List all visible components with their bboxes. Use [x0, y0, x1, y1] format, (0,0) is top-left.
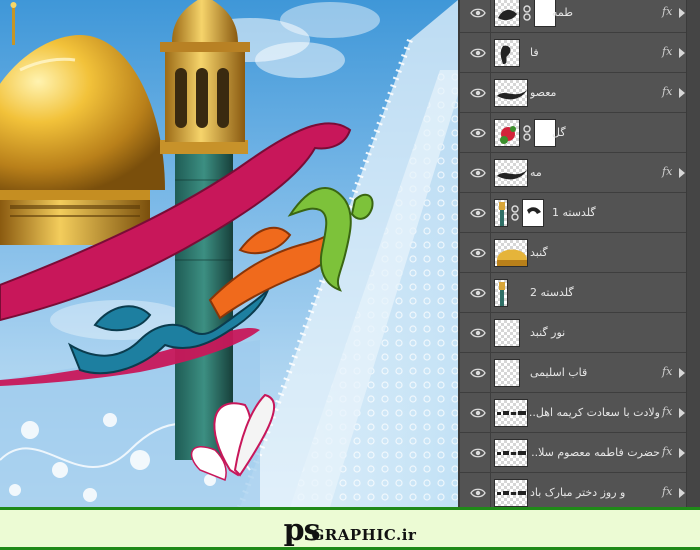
- layer-name[interactable]: نور گنبد: [530, 313, 660, 353]
- expand-effects-icon[interactable]: [679, 8, 685, 18]
- layer-name[interactable]: قاب اسلیمی: [530, 353, 660, 393]
- eye-icon[interactable]: [466, 81, 490, 105]
- expand-effects-icon[interactable]: [679, 88, 685, 98]
- layer-row[interactable]: حضرت فاطمه معصوم سلا... fx: [460, 433, 688, 473]
- column-divider: [490, 0, 491, 33]
- column-divider: [490, 153, 491, 193]
- layer-name[interactable]: گل: [552, 113, 660, 153]
- column-divider: [490, 313, 491, 353]
- layer-mask-thumbnail[interactable]: [522, 199, 544, 227]
- layer-name[interactable]: گنبد: [530, 233, 660, 273]
- artwork: [0, 0, 458, 507]
- layer-name[interactable]: گلدسته 1: [552, 193, 660, 233]
- layer-thumbnail[interactable]: [494, 359, 520, 387]
- layer-thumbnail[interactable]: [494, 39, 520, 67]
- eye-icon[interactable]: [466, 41, 490, 65]
- layer-effects-icon[interactable]: fx: [662, 485, 672, 498]
- layer-row[interactable]: گلدسته 1: [460, 193, 688, 233]
- eye-icon[interactable]: [466, 281, 490, 305]
- layer-row[interactable]: طمه fx: [460, 0, 688, 33]
- eye-icon[interactable]: [466, 441, 490, 465]
- layer-effects-icon[interactable]: fx: [662, 45, 672, 58]
- eye-icon[interactable]: [466, 201, 490, 225]
- column-divider: [490, 273, 491, 313]
- logo-sub: GRAPHIC.ir: [311, 525, 417, 544]
- eye-icon[interactable]: [466, 361, 490, 385]
- layer-row[interactable]: قاب اسلیمی fx: [460, 353, 688, 393]
- layer-row[interactable]: گلدسته 2: [460, 273, 688, 313]
- eye-icon[interactable]: [466, 1, 490, 25]
- expand-effects-icon[interactable]: [679, 48, 685, 58]
- expand-effects-icon[interactable]: [679, 368, 685, 378]
- layer-row[interactable]: گل: [460, 113, 688, 153]
- layer-name[interactable]: گلدسته 2: [530, 273, 660, 313]
- footer-banner: ps GRAPHIC.ir: [0, 507, 700, 550]
- layers-scrollbar[interactable]: [686, 0, 700, 507]
- layer-effects-icon[interactable]: fx: [662, 365, 672, 378]
- layer-name[interactable]: فا: [530, 33, 660, 73]
- layer-effects-icon[interactable]: fx: [662, 445, 672, 458]
- expand-effects-icon[interactable]: [679, 168, 685, 178]
- column-divider: [490, 233, 491, 273]
- layer-thumbnail[interactable]: [494, 0, 520, 27]
- layer-thumbnail[interactable]: [494, 119, 520, 147]
- expand-effects-icon[interactable]: [679, 448, 685, 458]
- layer-thumbnail[interactable]: [494, 319, 520, 347]
- layer-row[interactable]: فا fx: [460, 33, 688, 73]
- column-divider: [490, 113, 491, 153]
- layer-thumbnail[interactable]: [494, 79, 528, 107]
- layer-row[interactable]: ولادت با سعادت کریمه اهل... fx: [460, 393, 688, 433]
- layer-row[interactable]: معصو fx: [460, 73, 688, 113]
- column-divider: [490, 393, 491, 433]
- layer-thumbnail[interactable]: [494, 159, 528, 187]
- layer-name[interactable]: معصو: [530, 73, 660, 113]
- layer-thumbnail[interactable]: [494, 279, 508, 307]
- layer-row[interactable]: و روز دختر مبارک باد fx: [460, 473, 688, 507]
- layer-thumbnail[interactable]: [494, 479, 528, 507]
- layer-name[interactable]: و روز دختر مبارک باد: [530, 473, 660, 507]
- layer-thumbnail[interactable]: [494, 199, 508, 227]
- eye-icon[interactable]: [466, 161, 490, 185]
- layer-row[interactable]: مه fx: [460, 153, 688, 193]
- site-logo[interactable]: ps GRAPHIC.ir: [284, 512, 417, 546]
- layer-name[interactable]: مه: [530, 153, 660, 193]
- layer-name[interactable]: حضرت فاطمه معصوم سلا...: [530, 433, 660, 473]
- column-divider: [490, 73, 491, 113]
- layers-panel: طمه fx فا fx معصو fx گل مه fx گلدسته 1 گنبد گلدسته …: [458, 0, 700, 507]
- column-divider: [490, 433, 491, 473]
- chain-link-icon[interactable]: [522, 125, 532, 141]
- column-divider: [490, 473, 491, 507]
- layer-thumbnail[interactable]: [494, 399, 528, 427]
- layer-name[interactable]: طمه: [552, 0, 660, 33]
- layer-row[interactable]: گنبد: [460, 233, 688, 273]
- layer-row[interactable]: نور گنبد: [460, 313, 688, 353]
- eye-icon[interactable]: [466, 481, 490, 505]
- eye-icon[interactable]: [466, 321, 490, 345]
- column-divider: [490, 33, 491, 73]
- layer-effects-icon[interactable]: fx: [662, 405, 672, 418]
- eye-icon[interactable]: [466, 401, 490, 425]
- layer-effects-icon[interactable]: fx: [662, 5, 672, 18]
- expand-effects-icon[interactable]: [679, 408, 685, 418]
- eye-icon[interactable]: [466, 241, 490, 265]
- document-canvas[interactable]: [0, 0, 458, 507]
- layer-thumbnail[interactable]: [494, 439, 528, 467]
- layer-effects-icon[interactable]: fx: [662, 165, 672, 178]
- layer-name[interactable]: ولادت با سعادت کریمه اهل...: [530, 393, 660, 433]
- column-divider: [490, 353, 491, 393]
- eye-icon[interactable]: [466, 121, 490, 145]
- chain-link-icon[interactable]: [522, 5, 532, 21]
- layer-effects-icon[interactable]: fx: [662, 85, 672, 98]
- chain-link-icon[interactable]: [510, 205, 520, 221]
- expand-effects-icon[interactable]: [679, 488, 685, 498]
- layer-thumbnail[interactable]: [494, 239, 528, 267]
- column-divider: [490, 193, 491, 233]
